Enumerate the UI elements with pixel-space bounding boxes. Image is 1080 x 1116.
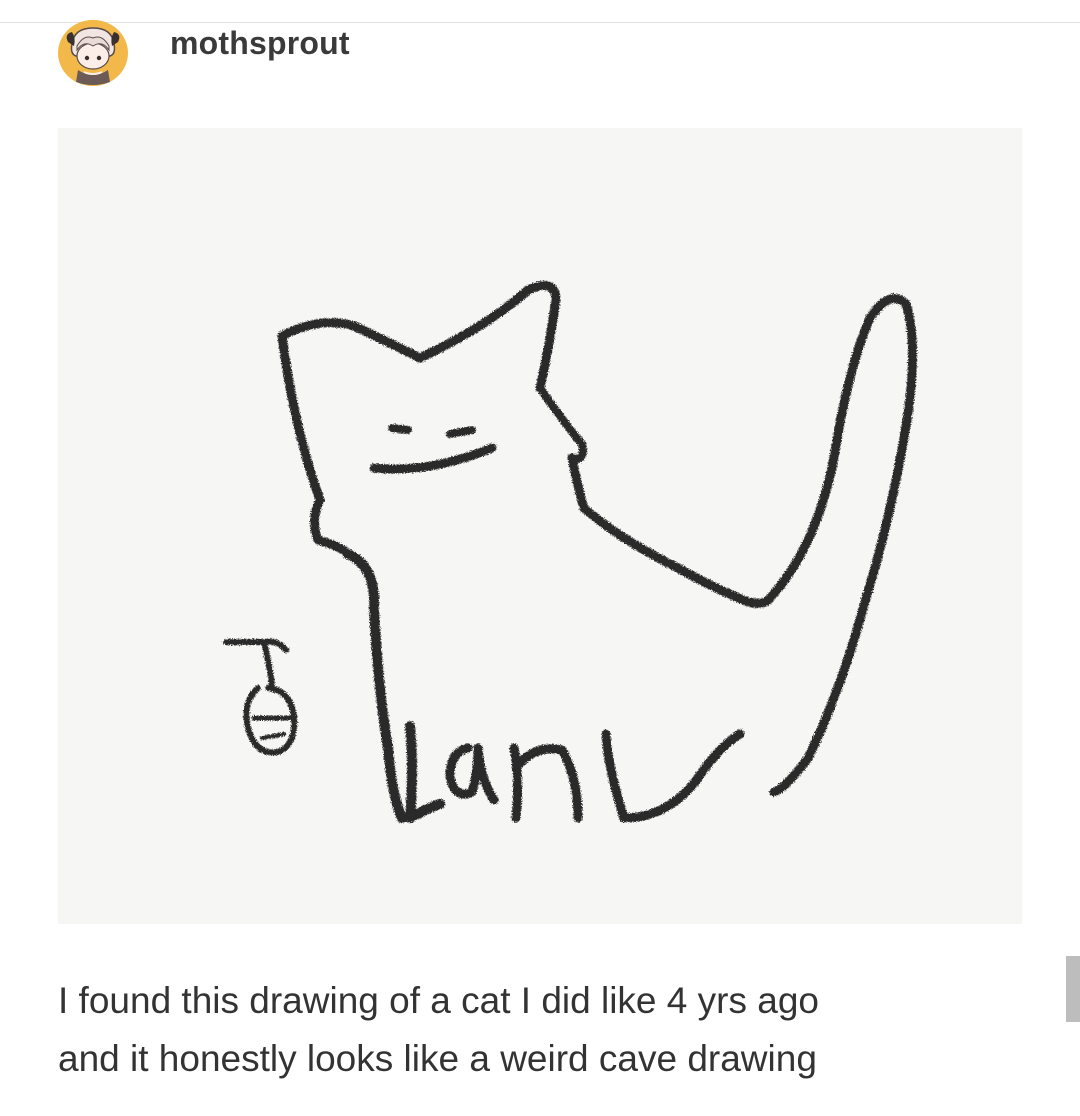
post-page: mothsprout I found this drawing of a cat… xyxy=(0,0,1080,1116)
caption-line-2: and it honestly looks like a weird cave … xyxy=(58,1038,817,1079)
post-header: mothsprout xyxy=(58,18,350,88)
scrollbar-thumb[interactable] xyxy=(1066,956,1080,1022)
post-image xyxy=(58,128,1022,924)
caption-line-1: I found this drawing of a cat I did like… xyxy=(58,980,819,1021)
cat-sketch-drawing xyxy=(58,128,1022,924)
avatar[interactable] xyxy=(58,20,128,86)
username[interactable]: mothsprout xyxy=(170,27,350,59)
post-caption: I found this drawing of a cat I did like… xyxy=(58,972,1018,1088)
chibi-character-avatar-icon xyxy=(60,20,126,86)
